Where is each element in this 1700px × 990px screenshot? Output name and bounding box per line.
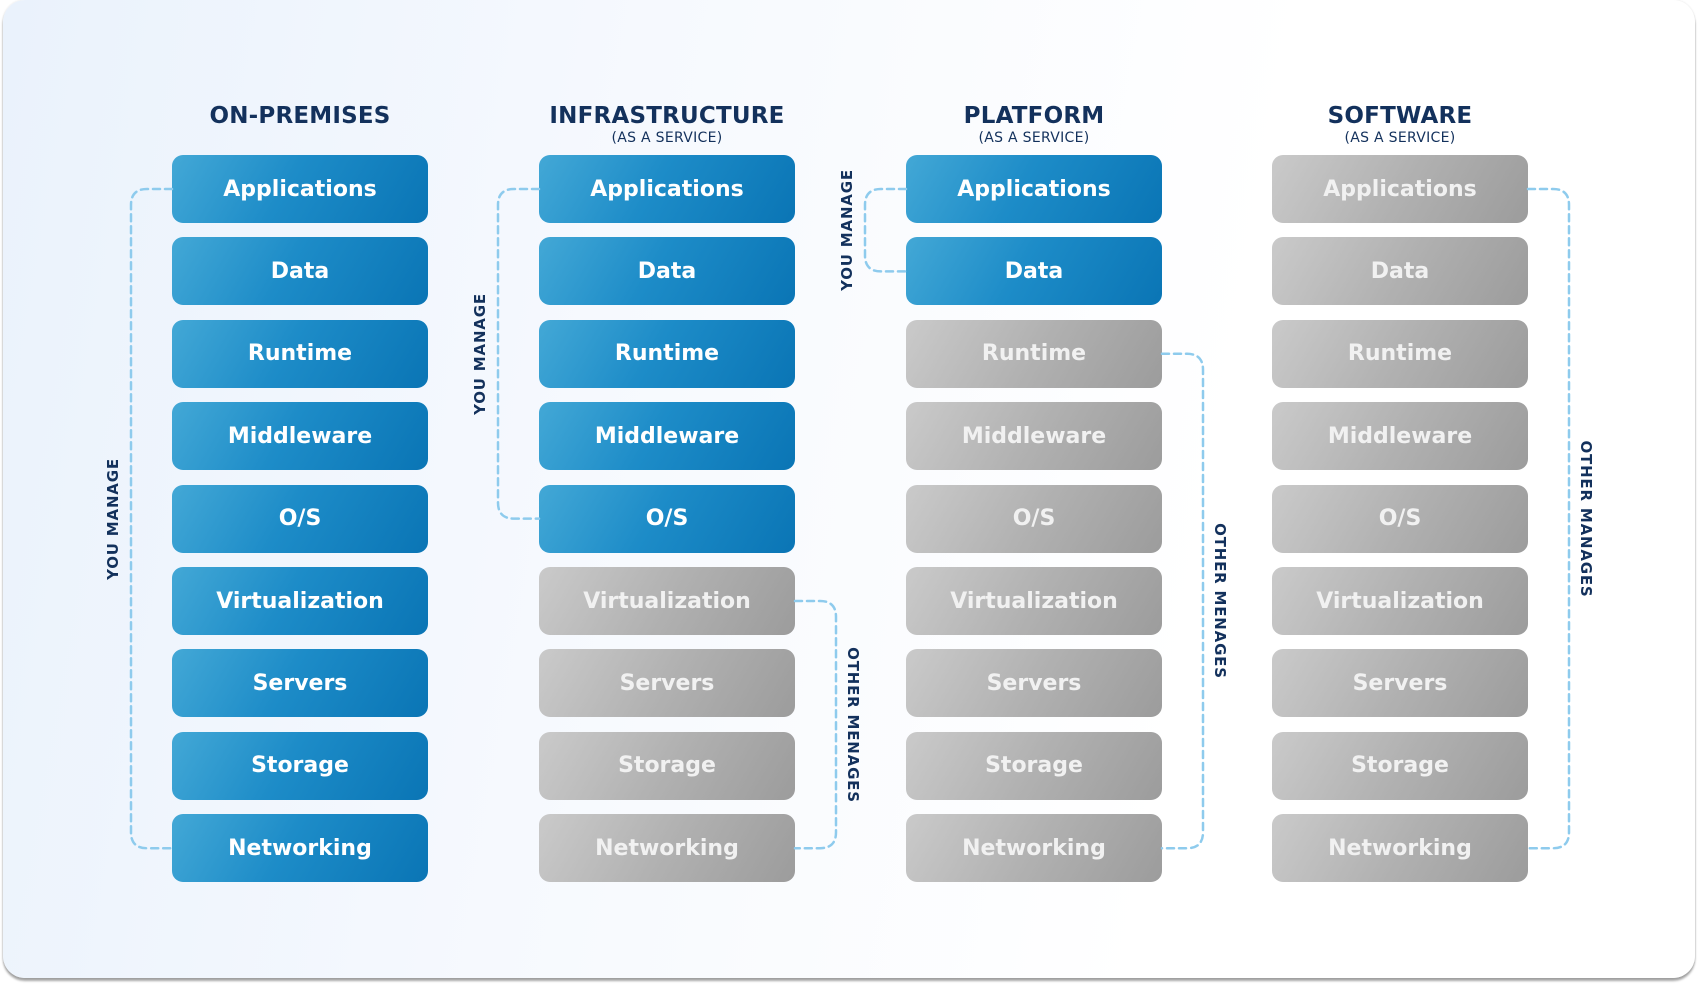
layer-box-saas-storage: Storage <box>1272 731 1528 800</box>
bracket-label-saas-right: OTHER MANAGES <box>1577 440 1595 598</box>
layer-label: Applications <box>223 176 377 202</box>
layer-box-saas-os: O/S <box>1272 484 1528 553</box>
layer-box-on-premises-servers: Servers <box>172 649 428 718</box>
layer-box-iaas-data: Data <box>539 237 795 306</box>
layer-label: Data <box>637 258 697 284</box>
layer-label: Applications <box>957 176 1111 202</box>
layer-box-paas-applications: Applications <box>906 155 1162 223</box>
layer-box-iaas-middleware: Middleware <box>539 402 795 471</box>
layer-box-iaas-applications: Applications <box>539 155 795 223</box>
layer-box-iaas-networking: Networking <box>539 814 795 883</box>
layer-label: Storage <box>985 753 1083 779</box>
layer-label: Applications <box>590 176 744 202</box>
layer-label: Middleware <box>594 423 740 449</box>
layer-label: Virtualization <box>583 588 751 614</box>
layer-label: Networking <box>595 835 739 861</box>
layer-box-paas-storage: Storage <box>906 731 1162 800</box>
layer-label: Virtualization <box>1316 588 1484 614</box>
layer-box-saas-servers: Servers <box>1272 649 1528 718</box>
layer-box-on-premises-middleware: Middleware <box>172 402 428 471</box>
layer-label: Networking <box>228 835 372 861</box>
layer-label: O/S <box>1012 506 1056 532</box>
layer-box-on-premises-data: Data <box>172 237 428 306</box>
layer-label: Servers <box>986 670 1082 696</box>
column-subtitle-iaas: (AS A SERVICE) <box>611 130 723 146</box>
layer-box-iaas-runtime: Runtime <box>539 319 795 388</box>
layer-label: Data <box>1004 258 1064 284</box>
layer-box-paas-runtime: Runtime <box>906 319 1162 388</box>
layer-box-on-premises-os: O/S <box>172 484 428 553</box>
bracket-label-iaas-left: YOU MANAGE <box>471 292 489 415</box>
layer-box-saas-applications: Applications <box>1272 155 1528 223</box>
layer-box-paas-networking: Networking <box>906 814 1162 883</box>
layer-label: Virtualization <box>950 588 1118 614</box>
layer-label: Storage <box>1351 753 1449 779</box>
layer-box-iaas-servers: Servers <box>539 649 795 718</box>
bracket-label-iaas-right: OTHER MENAGES <box>844 646 862 803</box>
layer-label: Data <box>270 258 330 284</box>
layer-box-on-premises-storage: Storage <box>172 731 428 800</box>
layer-box-paas-servers: Servers <box>906 649 1162 718</box>
layer-box-iaas-virtualization: Virtualization <box>539 567 795 635</box>
layer-box-saas-middleware: Middleware <box>1272 402 1528 471</box>
column-subtitle-paas: (AS A SERVICE) <box>978 130 1090 146</box>
layer-box-saas-virtualization: Virtualization <box>1272 567 1528 635</box>
layer-label: Servers <box>619 670 715 696</box>
layer-label: Runtime <box>247 341 353 367</box>
layer-label: Runtime <box>1347 341 1453 367</box>
layer-box-saas-data: Data <box>1272 237 1528 306</box>
layer-box-on-premises-networking: Networking <box>172 814 428 883</box>
layer-box-paas-virtualization: Virtualization <box>906 567 1162 635</box>
layer-box-paas-middleware: Middleware <box>906 402 1162 471</box>
layer-label: Middleware <box>1327 423 1473 449</box>
layer-box-iaas-storage: Storage <box>539 731 795 800</box>
column-title-on-premises: ON-PREMISES <box>209 103 391 129</box>
layer-box-on-premises-virtualization: Virtualization <box>172 567 428 635</box>
layer-label: O/S <box>278 506 322 532</box>
layer-label: Servers <box>1352 670 1448 696</box>
column-subtitle-saas: (AS A SERVICE) <box>1344 130 1456 146</box>
layer-box-paas-data: Data <box>906 237 1162 306</box>
layer-label: Runtime <box>614 341 720 367</box>
layer-label: O/S <box>645 506 689 532</box>
column-title-paas: PLATFORM <box>963 103 1105 129</box>
bracket-label-paas-left: YOU MANAGE <box>838 169 856 292</box>
column-title-iaas: INFRASTRUCTURE <box>549 103 785 129</box>
layer-label: Applications <box>1323 176 1477 202</box>
layer-box-paas-os: O/S <box>906 484 1162 553</box>
layer-label: Middleware <box>961 423 1107 449</box>
layer-label: Data <box>1370 258 1430 284</box>
layer-box-saas-runtime: Runtime <box>1272 319 1528 388</box>
column-title-saas: SOFTWARE <box>1327 103 1473 129</box>
layer-label: Middleware <box>227 423 373 449</box>
layer-label: Networking <box>1328 835 1472 861</box>
layer-label: Storage <box>618 753 716 779</box>
layer-box-saas-networking: Networking <box>1272 814 1528 883</box>
bracket-label-paas-right: OTHER MENAGES <box>1211 523 1229 679</box>
layer-label: O/S <box>1378 506 1422 532</box>
layer-label: Networking <box>962 835 1106 861</box>
layer-box-on-premises-applications: Applications <box>172 155 428 223</box>
layer-label: Servers <box>252 670 348 696</box>
layer-box-on-premises-runtime: Runtime <box>172 319 428 388</box>
layer-label: Runtime <box>981 341 1087 367</box>
layer-label: Storage <box>251 753 349 779</box>
bracket-label-on-premises-left: YOU MANAGE <box>104 457 122 580</box>
layer-box-iaas-os: O/S <box>539 484 795 553</box>
layer-label: Virtualization <box>216 588 384 614</box>
